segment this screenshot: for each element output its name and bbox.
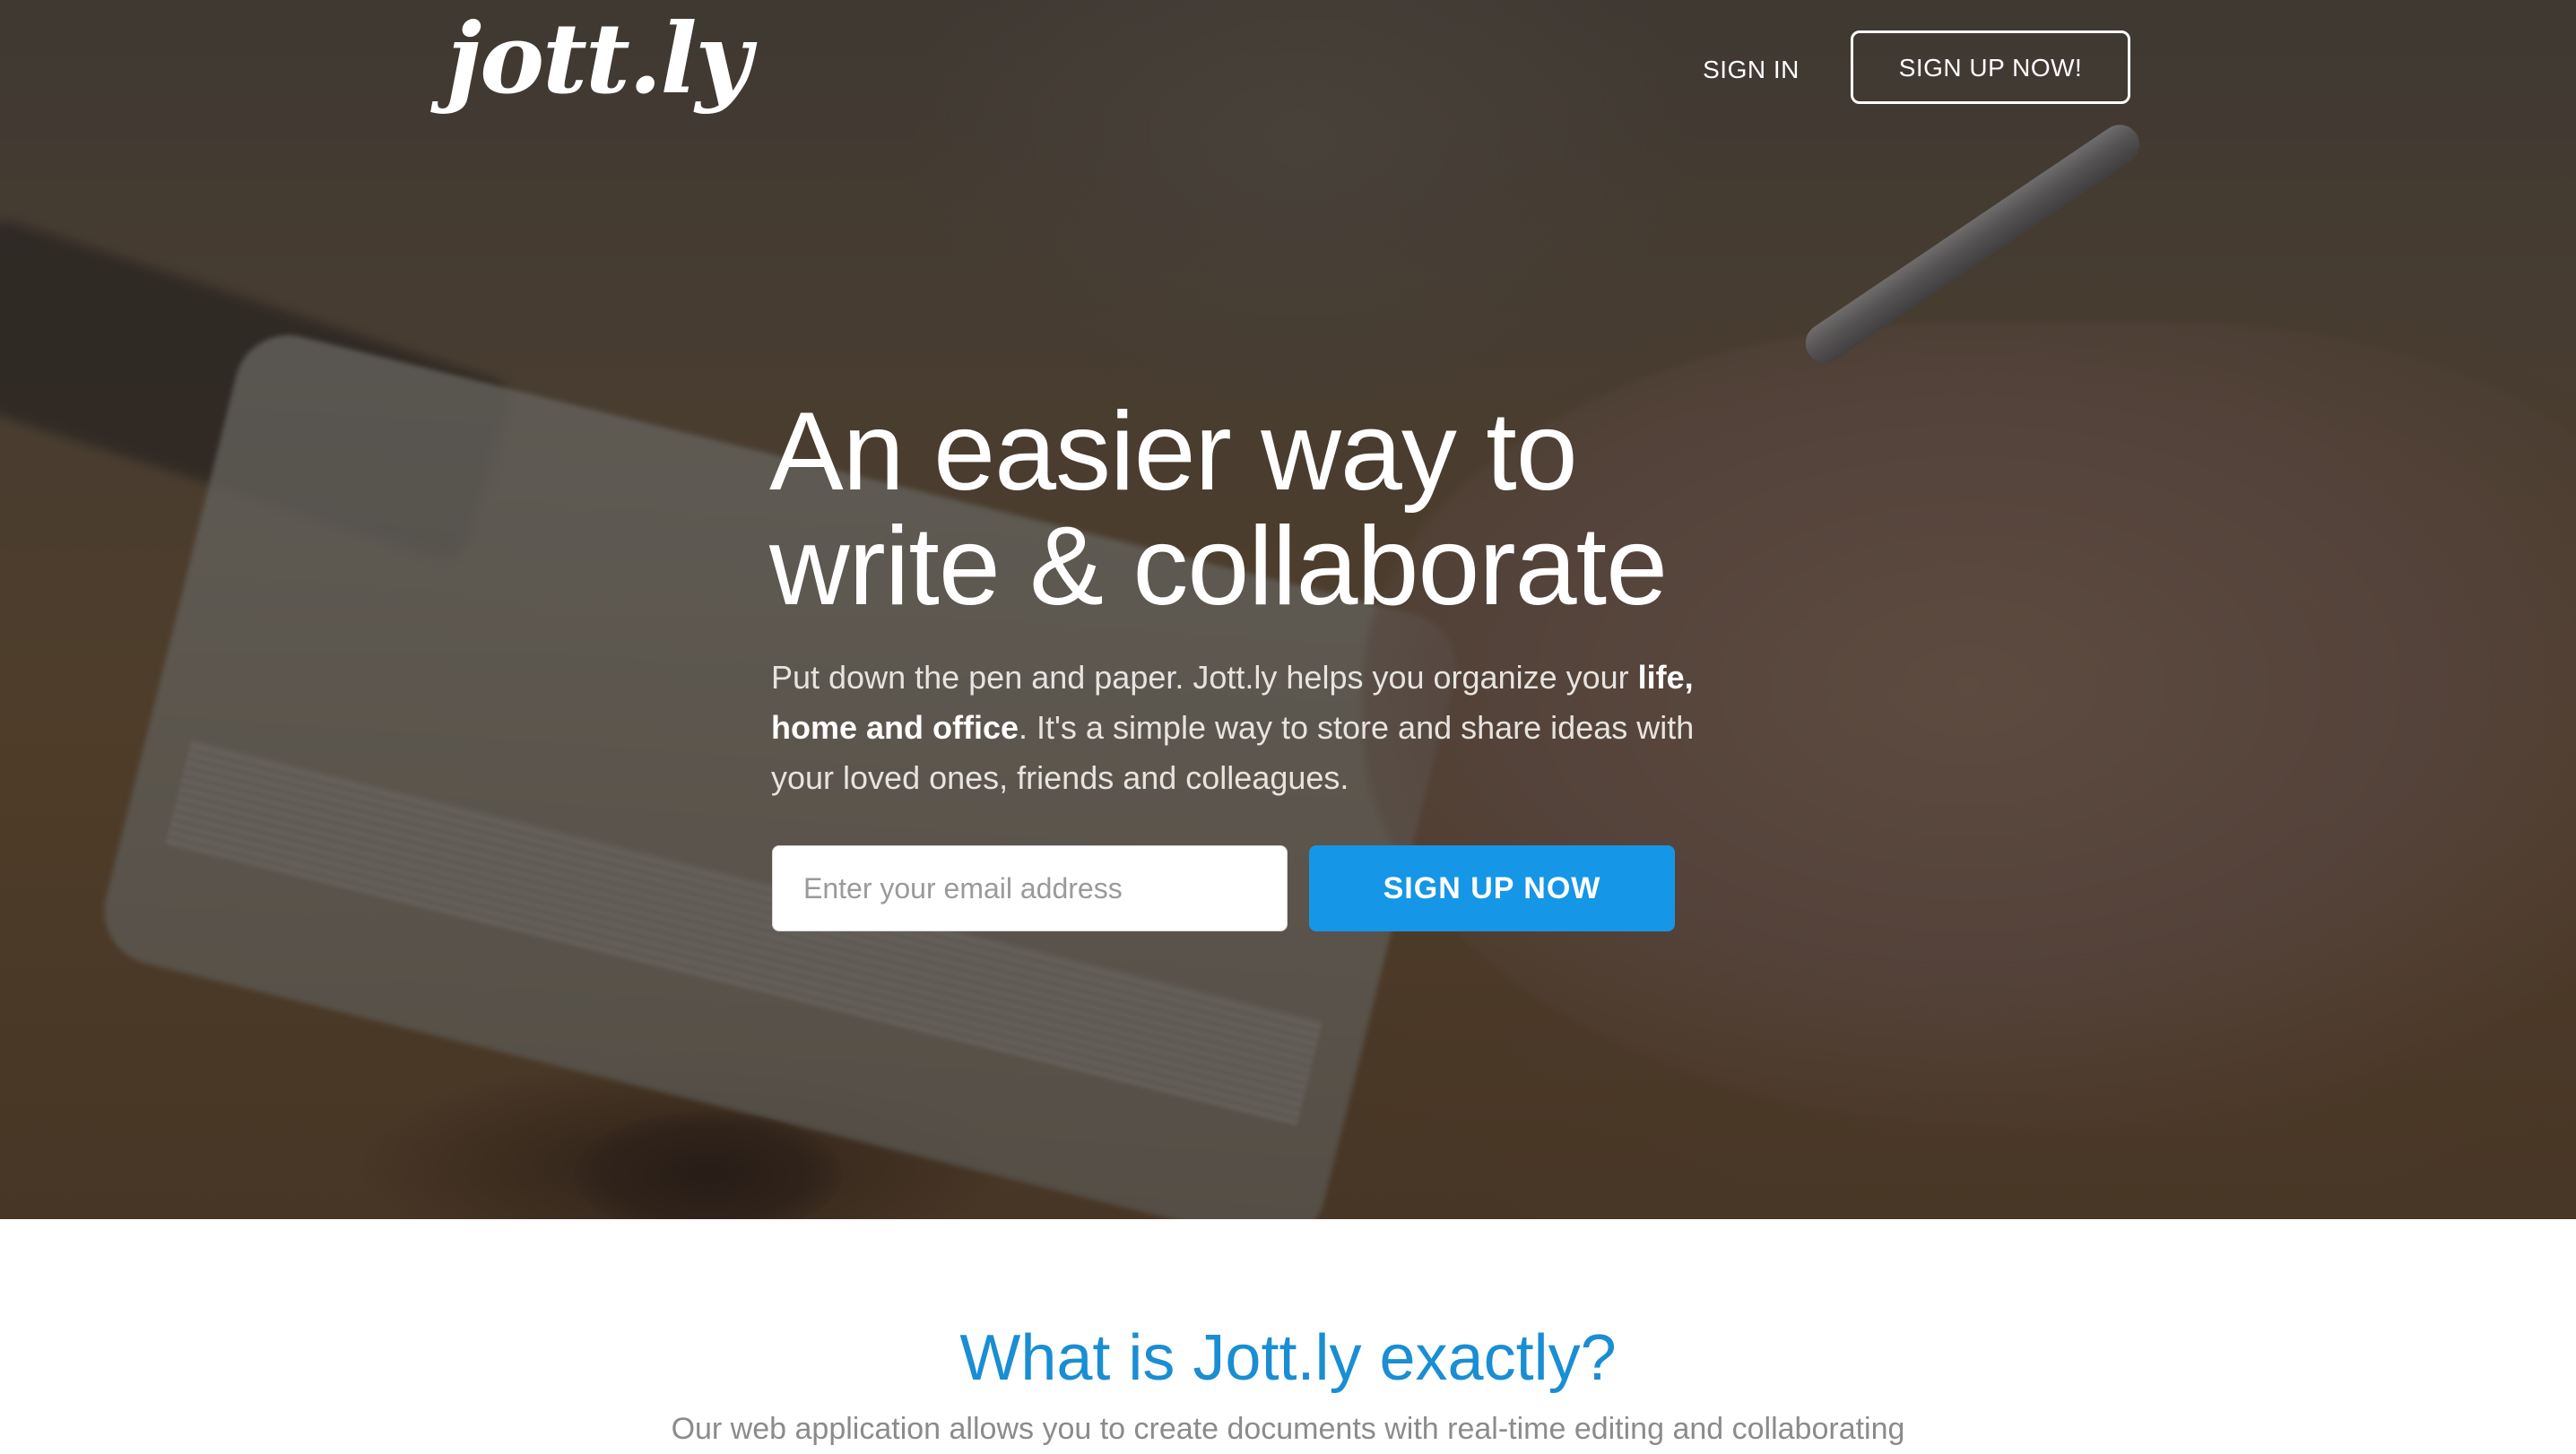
brand-logo[interactable]: jott.ly: [447, 11, 751, 108]
hero-description: Put down the pen and paper. Jott.ly help…: [771, 653, 1739, 803]
nav-sign-up-button[interactable]: SIGN UP NOW!: [1851, 30, 2130, 104]
hero-headline: An easier way to write & collaborate: [769, 394, 1845, 624]
hero-sign-up-button[interactable]: SIGN UP NOW: [1309, 845, 1675, 931]
hero-description-part-1: Put down the pen and paper. Jott.ly help…: [771, 659, 1638, 696]
hero-headline-line-2: write & collaborate: [769, 505, 1668, 628]
hero-headline-line-1: An easier way to: [769, 390, 1578, 514]
about-title: What is Jott.ly exactly?: [959, 1322, 1617, 1394]
sign-in-link[interactable]: SIGN IN: [1686, 50, 1817, 90]
hero-section: jott.ly SIGN IN SIGN UP NOW! An easier w…: [0, 0, 2576, 1219]
email-input[interactable]: [772, 845, 1288, 931]
about-description: Our web application allows you to create…: [671, 1412, 1905, 1446]
